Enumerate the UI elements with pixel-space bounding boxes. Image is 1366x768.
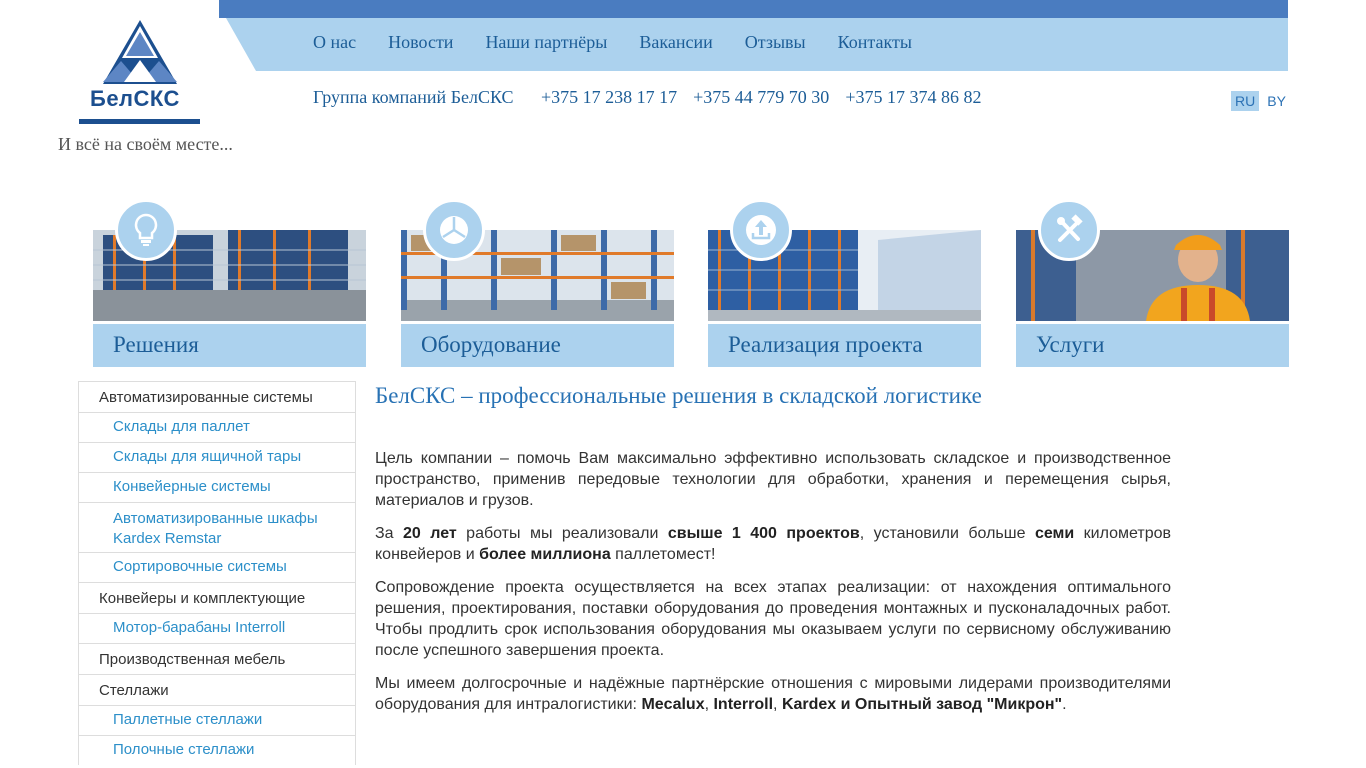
logo-text: БелСКС	[90, 86, 180, 111]
language-switcher: RU BY	[1231, 91, 1290, 111]
paragraph-goal: Цель компании – помочь Вам максимально э…	[375, 450, 1171, 509]
card-label-services: Услуги	[1036, 332, 1105, 357]
main-content: БелСКС – профессиональные решения в скла…	[375, 383, 1171, 715]
card-solutions[interactable]: Решения	[93, 199, 366, 367]
sidebar-item-conveyors-parts[interactable]: Конвейеры и комплектующие	[79, 582, 355, 613]
sidebar-item-pallet-racks[interactable]: Паллетные стеллажи	[79, 705, 355, 735]
header-band-dark	[219, 0, 1288, 18]
sidebar-item-shelf-racks[interactable]: Полочные стеллажи	[79, 735, 355, 765]
upload-icon	[730, 199, 792, 261]
phone-3[interactable]: +375 17 374 86 82	[845, 87, 981, 108]
main-nav: О нас Новости Наши партнёры Вакансии Отз…	[313, 32, 912, 53]
sidebar-item-automated-systems[interactable]: Автоматизированные системы	[79, 381, 355, 412]
phone-1[interactable]: +375 17 238 17 17	[541, 87, 677, 108]
tools-icon	[1038, 199, 1100, 261]
phone-2[interactable]: +375 44 779 70 30	[693, 87, 829, 108]
card-label-equipment: Оборудование	[421, 332, 561, 357]
sidebar-item-box-warehouses[interactable]: Склады для ящичной тары	[79, 442, 355, 472]
lang-by[interactable]: BY	[1263, 91, 1290, 111]
nav-vacancies[interactable]: Вакансии	[639, 32, 712, 53]
card-project[interactable]: Реализация проекта	[708, 199, 981, 367]
lightbulb-icon	[115, 199, 177, 261]
sidebar-item-kardex-cabinets[interactable]: Автоматизированные шкафы Kardex Remstar	[79, 502, 355, 552]
card-equipment[interactable]: Оборудование	[401, 199, 674, 367]
logo-underline	[79, 119, 200, 124]
sidebar-item-racks[interactable]: Стеллажи	[79, 674, 355, 705]
lang-ru[interactable]: RU	[1231, 91, 1260, 111]
cube-icon	[423, 199, 485, 261]
paragraph-achievements: За 20 лет работы мы реализовали свыше 1 …	[375, 525, 1172, 563]
sidebar-menu: Автоматизированные системы Склады для па…	[78, 381, 356, 765]
slogan: И всё на своём месте...	[58, 134, 233, 154]
nav-reviews[interactable]: Отзывы	[745, 32, 806, 53]
phone-list: +375 17 238 17 17 +375 44 779 70 30 +375…	[541, 87, 981, 108]
page-title: БелСКС – профессиональные решения в скла…	[375, 383, 982, 408]
sidebar-item-conveyor-systems[interactable]: Конвейерные системы	[79, 472, 355, 502]
nav-contacts[interactable]: Контакты	[838, 32, 912, 53]
sidebar-item-pallet-warehouses[interactable]: Склады для паллет	[79, 412, 355, 442]
paragraph-partners: Мы имеем долгосрочные и надёжные партнёр…	[375, 675, 1171, 713]
sidebar-item-interroll-drums[interactable]: Мотор-барабаны Interroll	[79, 613, 355, 643]
group-name: Группа компаний БелСКС	[313, 87, 514, 107]
sidebar-item-sorting-systems[interactable]: Сортировочные системы	[79, 552, 355, 582]
sidebar-item-industrial-furniture[interactable]: Производственная мебель	[79, 643, 355, 674]
nav-partners[interactable]: Наши партнёры	[485, 32, 607, 53]
nav-news[interactable]: Новости	[388, 32, 453, 53]
nav-about[interactable]: О нас	[313, 32, 356, 53]
card-label-project: Реализация проекта	[728, 332, 923, 357]
paragraph-support: Сопровождение проекта осуществляется на …	[375, 579, 1171, 659]
card-services[interactable]: Услуги	[1016, 199, 1289, 367]
card-label-solutions: Решения	[113, 332, 199, 357]
